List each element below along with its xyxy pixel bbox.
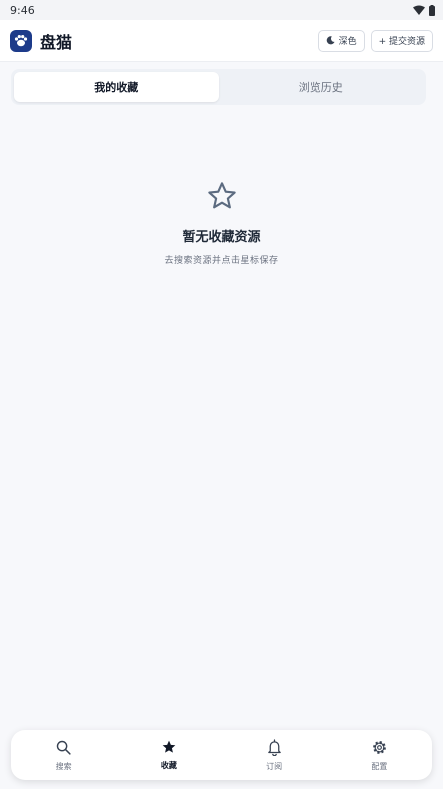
empty-state: 暂无收藏资源 去搜索资源并点击星标保存 <box>0 180 443 266</box>
favorites-tabs: 我的收藏 浏览历史 <box>11 69 426 105</box>
app-header: 盘猫 深色 + 提交资源 <box>0 20 443 62</box>
bell-icon <box>267 738 281 756</box>
bottom-nav: 搜索 收藏 订阅 配置 <box>11 730 432 780</box>
search-icon <box>56 740 71 755</box>
app-logo-icon <box>10 29 32 52</box>
status-bar: 9:46 <box>0 0 443 20</box>
submit-resource-label: + 提交资源 <box>378 37 425 47</box>
wifi-icon <box>413 5 425 15</box>
empty-state-title: 暂无收藏资源 <box>182 230 261 245</box>
gear-icon <box>373 740 386 754</box>
star-outline-icon <box>207 182 236 209</box>
star-icon <box>162 740 176 753</box>
nav-item-label: 配置 <box>371 761 388 771</box>
tab-my-favorites[interactable]: 我的收藏 <box>14 72 219 102</box>
brand: 盘猫 <box>10 29 72 53</box>
tab-browse-history[interactable]: 浏览历史 <box>219 72 424 102</box>
nav-item-label: 订阅 <box>266 761 283 771</box>
moon-icon <box>326 36 335 45</box>
status-icons <box>413 4 435 16</box>
nav-item-label: 搜索 <box>55 761 72 771</box>
status-time: 9:46 <box>10 3 35 17</box>
header-actions: 深色 + 提交资源 <box>317 29 433 52</box>
theme-toggle-label: 深色 <box>338 37 357 47</box>
app-title: 盘猫 <box>40 32 73 52</box>
battery-icon <box>429 4 435 16</box>
empty-state-subtitle: 去搜索资源并点击星标保存 <box>164 256 279 266</box>
nav-item-settings[interactable]: 配置 <box>327 730 432 780</box>
nav-item-search[interactable]: 搜索 <box>11 730 116 780</box>
submit-resource-button[interactable]: + 提交资源 <box>370 29 433 52</box>
nav-item-label: 收藏 <box>160 761 177 770</box>
nav-item-subscriptions[interactable]: 订阅 <box>222 730 327 780</box>
nav-item-favorites[interactable]: 收藏 <box>116 730 221 780</box>
theme-toggle-button[interactable]: 深色 <box>317 29 365 52</box>
